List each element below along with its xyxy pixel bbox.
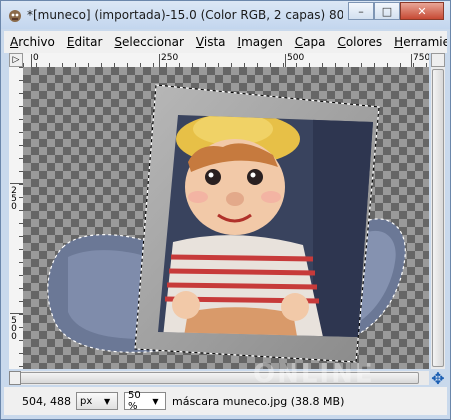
menu-herramienta[interactable]: Herramienta	[388, 35, 447, 49]
ruler-major-tick	[159, 54, 160, 67]
watermark-text: ONLINE	[253, 359, 375, 389]
menu-bar: Archivo Editar Seleccionar Vista Imagen Capa C…	[4, 31, 447, 53]
menu-label: apa	[303, 35, 326, 49]
vertical-scroll-thumb[interactable]	[432, 69, 444, 367]
app-window: *[muneco] (importada)-15.0 (Color RGB, 2…	[0, 0, 451, 420]
title-bar[interactable]: *[muneco] (importada)-15.0 (Color RGB, 2…	[1, 1, 450, 29]
ruler-menu-button[interactable]: ▷	[9, 53, 23, 67]
ruler-major-tick	[31, 54, 32, 67]
image-canvas[interactable]	[23, 67, 429, 369]
menu-mnemonic: C	[337, 35, 346, 49]
zoom-toggle-button[interactable]	[431, 53, 445, 67]
unit-value: px	[80, 395, 93, 407]
ruler-label: 2 5 0	[11, 186, 17, 212]
menu-mnemonic: C	[294, 35, 304, 49]
ruler-label: 750	[413, 53, 429, 63]
menu-editar[interactable]: Editar	[61, 35, 109, 49]
menu-vista[interactable]: Vista	[190, 35, 232, 49]
ruler-major-tick	[10, 183, 23, 184]
toy-photo	[158, 115, 373, 337]
status-message: máscara muneco.jpg (38.8 MB)	[172, 394, 345, 408]
menu-label: magen	[241, 35, 283, 49]
vertical-scrollbar[interactable]	[431, 67, 445, 369]
menu-label: eleccionar	[122, 35, 184, 49]
chevron-down-icon: ▼	[104, 396, 111, 406]
image-layer	[47, 84, 406, 363]
zoom-selector[interactable]: 50 % ▼	[124, 390, 166, 412]
pointer-coordinates: 504, 488	[22, 394, 71, 408]
ruler-major-tick	[285, 54, 286, 67]
window-title: *[muneco] (importada)-15.0 (Color RGB, 2…	[27, 8, 343, 22]
ruler-label: 0	[33, 53, 39, 63]
navigate-icon[interactable]: ✥	[429, 369, 447, 388]
minimize-button[interactable]: –	[348, 2, 374, 20]
chevron-down-icon: ▼	[152, 396, 159, 406]
menu-label: olores	[345, 35, 383, 49]
ruler-label: 5 0 0	[11, 316, 17, 342]
close-button[interactable]: ✕	[400, 2, 444, 20]
menu-capa[interactable]: Capa	[289, 35, 332, 49]
maximize-button[interactable]: □	[374, 2, 400, 20]
horizontal-ruler: 0 250 500 750	[23, 53, 429, 68]
menu-archivo[interactable]: Archivo	[4, 35, 61, 49]
menu-mnemonic: A	[10, 35, 19, 49]
menu-mnemonic: H	[394, 35, 404, 49]
ruler-label: 500	[287, 53, 305, 63]
ruler-major-tick	[411, 54, 412, 67]
menu-seleccionar[interactable]: Seleccionar	[108, 35, 190, 49]
menu-label: rchivo	[18, 35, 55, 49]
menu-label: erramienta	[403, 35, 447, 49]
menu-imagen[interactable]: Imagen	[232, 35, 289, 49]
zoom-value: 50 %	[128, 390, 141, 412]
vertical-ruler: 2 5 0 5 0 0	[9, 67, 24, 369]
status-bar: 504, 488 px ▼ 50 % ▼ máscara muneco.jpg …	[4, 387, 447, 415]
menu-mnemonic: S	[114, 35, 123, 49]
gimp-app-icon	[9, 10, 21, 22]
menu-colores[interactable]: Colores	[331, 35, 388, 49]
ruler-major-tick	[10, 313, 23, 314]
quick-mask-toggle[interactable]	[9, 371, 21, 385]
ruler-label: 250	[161, 53, 179, 63]
unit-selector[interactable]: px ▼	[76, 392, 118, 410]
menu-label: ditar	[74, 35, 103, 49]
menu-label: ista	[203, 35, 226, 49]
menu-mnemonic: V	[195, 35, 204, 49]
